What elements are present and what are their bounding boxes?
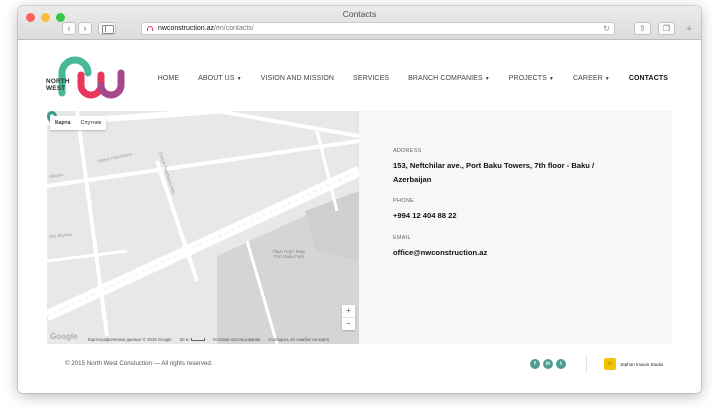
- map-tab-satellite[interactable]: Спутник: [76, 116, 107, 130]
- twitter-icon[interactable]: t: [556, 359, 566, 369]
- map-attribution: Картографические данные © 2016 Google 50 …: [88, 337, 337, 342]
- nav-item-career[interactable]: CAREER ▼: [573, 75, 610, 82]
- nav-label: BRANCH COMPANIES: [408, 75, 483, 82]
- url-text: nwconstruction.az/en/contacts/: [158, 25, 254, 32]
- nav-item-contacts[interactable]: CONTACTS: [629, 75, 668, 82]
- browser-window: Contacts ‹ › nwconstruction.az/en/contac…: [18, 6, 701, 393]
- social-links: f in t: [530, 359, 566, 369]
- map-report-link[interactable]: Сообщить об ошибке на карте: [268, 337, 329, 342]
- nav-item-about-us[interactable]: ABOUT US ▼: [198, 75, 242, 82]
- chevron-right-icon: ›: [83, 23, 87, 33]
- nav-label: PROJECTS: [508, 75, 547, 82]
- map-scale-bar: [190, 338, 205, 342]
- chevron-down-icon: ▼: [484, 75, 490, 82]
- map-terms-link[interactable]: Условия использования: [213, 337, 261, 342]
- page-footer: © 2015 North West Constuction — All righ…: [18, 345, 701, 393]
- history-buttons: ‹ ›: [62, 22, 92, 35]
- map-type-tabs: Карта Спутник: [50, 116, 107, 130]
- tabs-icon: ❐: [662, 24, 671, 33]
- park-label: Парк Порт Баку Port Baku Park: [272, 249, 306, 259]
- logo-line-west: WEST: [46, 84, 66, 92]
- nav-label: ABOUT US: [198, 75, 235, 82]
- address-bar[interactable]: nwconstruction.az/en/contacts/ ↻: [141, 22, 615, 35]
- chevron-down-icon: ▼: [548, 75, 554, 82]
- map-scale-label: 50 м: [179, 337, 189, 342]
- chevron-down-icon: ▼: [236, 75, 242, 82]
- phone-value[interactable]: +994 12 404 88 22: [393, 209, 623, 223]
- address-block: ADDRESS 153, Neftchilar ave., Port Baku …: [393, 148, 623, 186]
- studio-credit[interactable]: ∩ Jephon Imavio Studio: [604, 358, 663, 370]
- new-tab-button[interactable]: +: [686, 23, 693, 35]
- nav-label: SERVICES: [353, 75, 390, 82]
- nav-label: HOME: [157, 75, 180, 82]
- share-button[interactable]: ⇪: [634, 22, 651, 35]
- map-canvas[interactable]: [47, 111, 359, 344]
- browser-titlebar: Contacts ‹ › nwconstruction.az/en/contac…: [18, 6, 701, 40]
- window-title: Contacts: [342, 9, 377, 19]
- address-value: 153, Neftchilar ave., Port Baku Towers, …: [393, 161, 595, 184]
- chevron-down-icon: ▼: [604, 75, 610, 82]
- back-button[interactable]: ‹: [62, 22, 76, 35]
- nav-label: CONTACTS: [628, 75, 668, 82]
- address-label: ADDRESS: [393, 148, 422, 154]
- nav-item-home[interactable]: HOME: [158, 75, 179, 82]
- studio-logo-icon: ∩: [604, 358, 616, 370]
- contact-info: ADDRESS 153, Neftchilar ave., Port Baku …: [393, 148, 623, 271]
- nav-label: CAREER: [572, 75, 603, 82]
- site-favicon-icon: [147, 26, 153, 31]
- url-domain: nwconstruction.az: [158, 25, 215, 32]
- studio-text: Jephon Imavio Studio: [620, 361, 664, 367]
- plus-icon: +: [686, 23, 693, 35]
- map-tab-map[interactable]: Карта: [50, 116, 76, 130]
- url-path: /en/contacts/: [214, 25, 254, 32]
- map-data-credit[interactable]: Картографические данные © 2016 Google: [88, 337, 172, 342]
- map[interactable]: Üzeyir Hacıbəyov ebəyov Xfa Əliyeva Üzey…: [47, 111, 359, 344]
- email-block: EMAIL office@nwconstruction.az: [393, 235, 623, 260]
- logo-mark-icon: [58, 56, 125, 99]
- zoom-out-button[interactable]: −: [342, 318, 355, 330]
- nav-item-vision-and-mission[interactable]: VISION AND MISSION: [261, 75, 334, 82]
- share-icon: ⇪: [639, 24, 646, 33]
- web-page: NORTH WEST HOME ABOUT US ▼ VISION AND MIS…: [18, 41, 701, 393]
- forward-button[interactable]: ›: [78, 22, 92, 35]
- nav-item-branch-companies[interactable]: BRANCH COMPANIES ▼: [408, 75, 490, 82]
- nav-label: VISION AND MISSION: [260, 75, 335, 82]
- chevron-left-icon: ‹: [67, 23, 71, 33]
- linkedin-icon[interactable]: in: [543, 359, 553, 369]
- nav-item-services[interactable]: SERVICES: [353, 75, 389, 82]
- zoom-in-button[interactable]: +: [342, 305, 355, 317]
- reload-icon[interactable]: ↻: [603, 23, 610, 34]
- phone-label: PHONE: [393, 198, 414, 204]
- facebook-icon[interactable]: f: [530, 359, 540, 369]
- footer-divider: [586, 355, 587, 373]
- copyright-text: © 2015 North West Constuction — All righ…: [65, 360, 213, 367]
- email-label: EMAIL: [393, 234, 411, 241]
- show-tabs-button[interactable]: ❐: [658, 22, 675, 35]
- sidebar-toggle-button[interactable]: [98, 22, 116, 35]
- logo-text: NORTH WEST: [46, 78, 70, 92]
- email-value[interactable]: office@nwconstruction.az: [393, 246, 623, 260]
- nav-item-projects[interactable]: PROJECTS ▼: [509, 75, 554, 82]
- google-logo[interactable]: Google: [50, 332, 78, 341]
- phone-block: PHONE +994 12 404 88 22: [393, 198, 623, 223]
- map-zoom-controls: + −: [342, 305, 355, 330]
- contact-section: Üzeyir Hacıbəyov ebəyov Xfa Əliyeva Üzey…: [47, 111, 672, 344]
- main-navigation: HOME ABOUT US ▼ VISION AND MISSION SERVIC…: [158, 75, 668, 82]
